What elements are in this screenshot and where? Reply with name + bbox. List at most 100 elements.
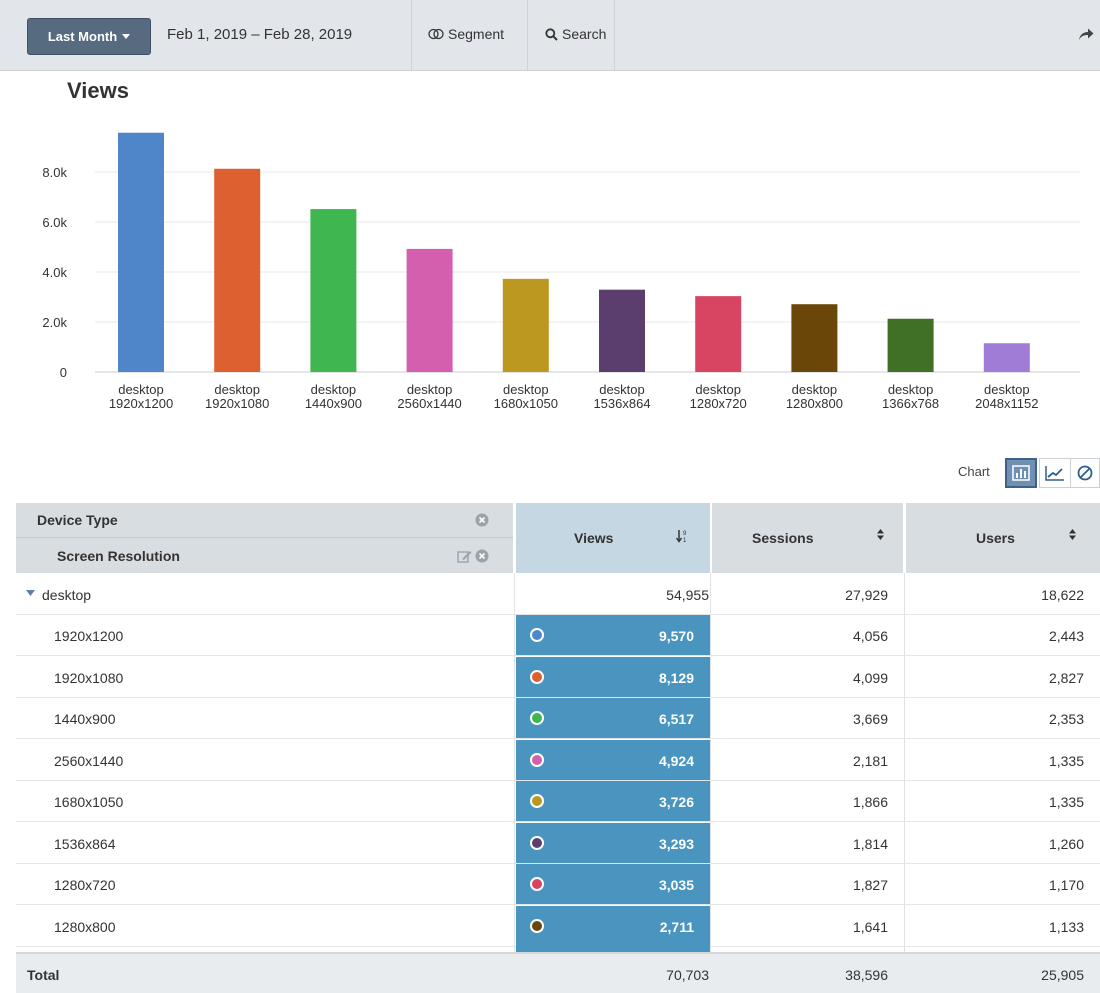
sessions-cell: 4,056 <box>852 628 888 644</box>
bar-chart-toggle[interactable] <box>1005 458 1037 488</box>
series-color-dot[interactable] <box>530 752 544 767</box>
sessions-cell: 1,814 <box>852 835 888 852</box>
segment-icon <box>428 28 444 40</box>
search-label: Search <box>562 26 607 42</box>
views-column-header[interactable]: Views 9 1 <box>516 503 710 573</box>
users-cell: 1,335 <box>1048 794 1084 810</box>
table-row[interactable]: 1536x864 3,293 1,814 1,260 <box>16 822 1100 864</box>
segment-button[interactable]: Segment <box>428 26 504 42</box>
series-color-dot[interactable] <box>530 918 544 933</box>
y-tick-label: 4.0k <box>42 265 67 280</box>
resolution-cell: 1680x1050 <box>54 794 124 810</box>
bar <box>310 209 357 372</box>
bar <box>983 343 1030 372</box>
users-cell: 1,170 <box>1048 877 1084 893</box>
total-views: 70,703 <box>666 967 709 983</box>
users-cell: 2,827 <box>1048 669 1084 686</box>
views-cell: 3,726 <box>516 781 710 821</box>
screen-resolution-header[interactable]: Screen Resolution <box>57 548 180 564</box>
views-value: 2,711 <box>659 918 694 935</box>
users-cell: 2,443 <box>1048 628 1084 644</box>
series-color-dot[interactable] <box>530 877 544 891</box>
sessions-header-label: Sessions <box>752 530 814 546</box>
remove-dimension-icon[interactable] <box>475 549 489 563</box>
date-range-dropdown-button[interactable]: Last Month <box>27 18 151 55</box>
table-row[interactable]: 1280x800 2,711 1,641 1,133 <box>16 905 1100 947</box>
series-color-dot[interactable] <box>530 835 544 850</box>
series-color-dot[interactable] <box>530 794 544 808</box>
x-tick-label: 2560x1440 <box>397 396 461 411</box>
x-tick-label: desktop <box>695 382 741 397</box>
resolution-cell: 1440x900 <box>54 711 116 727</box>
series-color-dot[interactable] <box>530 711 544 725</box>
views-value: 9,570 <box>658 628 694 644</box>
x-tick-label: 1536x864 <box>593 396 650 411</box>
table-row[interactable]: 1280x720 3,035 1,827 1,170 <box>16 864 1100 905</box>
views-cell: 4,924 <box>516 739 710 780</box>
x-tick-label: 2048x1152 <box>975 396 1038 411</box>
chart-toggle-label: Chart <box>958 464 990 479</box>
views-bar-chart: 0 2.0k 4.0k 6.0k 8.0k desktop 1920x1200 desktop… <box>42 132 1080 411</box>
svg-text:9: 9 <box>683 531 687 537</box>
group-name: desktop <box>42 587 92 603</box>
bar <box>887 318 934 372</box>
views-cell: 9,570 <box>516 615 710 655</box>
group-row-desktop[interactable]: desktop 54,955 27,929 18,622 <box>16 574 1100 615</box>
y-tick-label: 8.0k <box>42 165 67 180</box>
x-tick-label: 1440x900 <box>305 396 362 411</box>
y-tick-label: 0 <box>60 365 67 380</box>
share-button[interactable] <box>1078 27 1094 46</box>
x-tick-label: 1920x1080 <box>205 396 269 411</box>
no-chart-toggle[interactable] <box>1070 458 1100 488</box>
table-row[interactable]: 1920x1200 9,570 4,056 2,443 <box>16 615 1100 656</box>
x-tick-label: 1366x768 <box>882 396 939 411</box>
series-color-dot[interactable] <box>530 628 544 642</box>
y-tick-label: 6.0k <box>42 215 67 230</box>
sort-descending-icon[interactable]: 9 1 <box>676 528 688 543</box>
x-tick-label: desktop <box>311 382 357 397</box>
total-sessions: 38,596 <box>845 967 888 983</box>
table-row[interactable]: 1680x1050 3,726 1,866 1,335 <box>16 781 1100 822</box>
views-cell: 8,129 <box>516 656 710 697</box>
y-tick-label: 2.0k <box>42 315 67 330</box>
users-column-header[interactable]: Users <box>906 503 1100 573</box>
resolution-cell: 1920x1200 <box>54 628 124 644</box>
resolution-cell: 1280x720 <box>54 877 116 893</box>
search-button[interactable]: Search <box>545 26 606 42</box>
sessions-column-header[interactable]: Sessions <box>712 503 903 573</box>
sessions-cell: 4,099 <box>852 669 888 686</box>
table-row[interactable]: 2560x1440 4,924 2,181 1,335 <box>16 739 1100 781</box>
edit-dimension-icon[interactable] <box>457 549 472 563</box>
sort-icon[interactable] <box>1068 528 1077 541</box>
sessions-cell: 1,827 <box>852 877 888 893</box>
group-views: 54,955 <box>666 587 709 603</box>
toolbar-divider <box>0 70 1100 71</box>
x-tick-label: 1920x1200 <box>109 396 173 411</box>
device-type-header[interactable]: Device Type <box>37 512 118 528</box>
segment-label: Segment <box>448 26 505 42</box>
chart-title: Views <box>67 78 129 103</box>
table-row[interactable]: 1920x1080 8,129 4,099 2,827 <box>16 656 1100 698</box>
users-header-label: Users <box>976 530 1015 546</box>
caret-down-icon[interactable] <box>26 590 35 597</box>
x-tick-label: 1280x800 <box>786 396 843 411</box>
sessions-cell: 1,641 <box>852 918 888 935</box>
sort-icon[interactable] <box>876 528 885 541</box>
table-row[interactable]: 1440x900 6,517 3,669 2,353 <box>16 698 1100 739</box>
no-chart-icon <box>1077 465 1093 481</box>
bar <box>791 304 838 372</box>
series-color-dot[interactable] <box>530 669 544 684</box>
total-row: Total 70,703 38,596 25,905 <box>16 952 1100 993</box>
views-header-label: Views <box>574 530 614 546</box>
bar <box>599 289 645 372</box>
x-tick-label: desktop <box>214 382 260 397</box>
remove-dimension-icon[interactable] <box>475 513 489 527</box>
views-cell: 3,035 <box>516 864 710 904</box>
resolution-cell: 1920x1080 <box>54 669 124 686</box>
line-chart-toggle[interactable] <box>1039 458 1071 488</box>
users-cell: 2,353 <box>1048 711 1084 727</box>
bar <box>502 278 549 372</box>
date-range-button-label: Last Month <box>47 29 118 44</box>
bar <box>214 168 261 372</box>
views-value: 3,726 <box>658 794 694 810</box>
